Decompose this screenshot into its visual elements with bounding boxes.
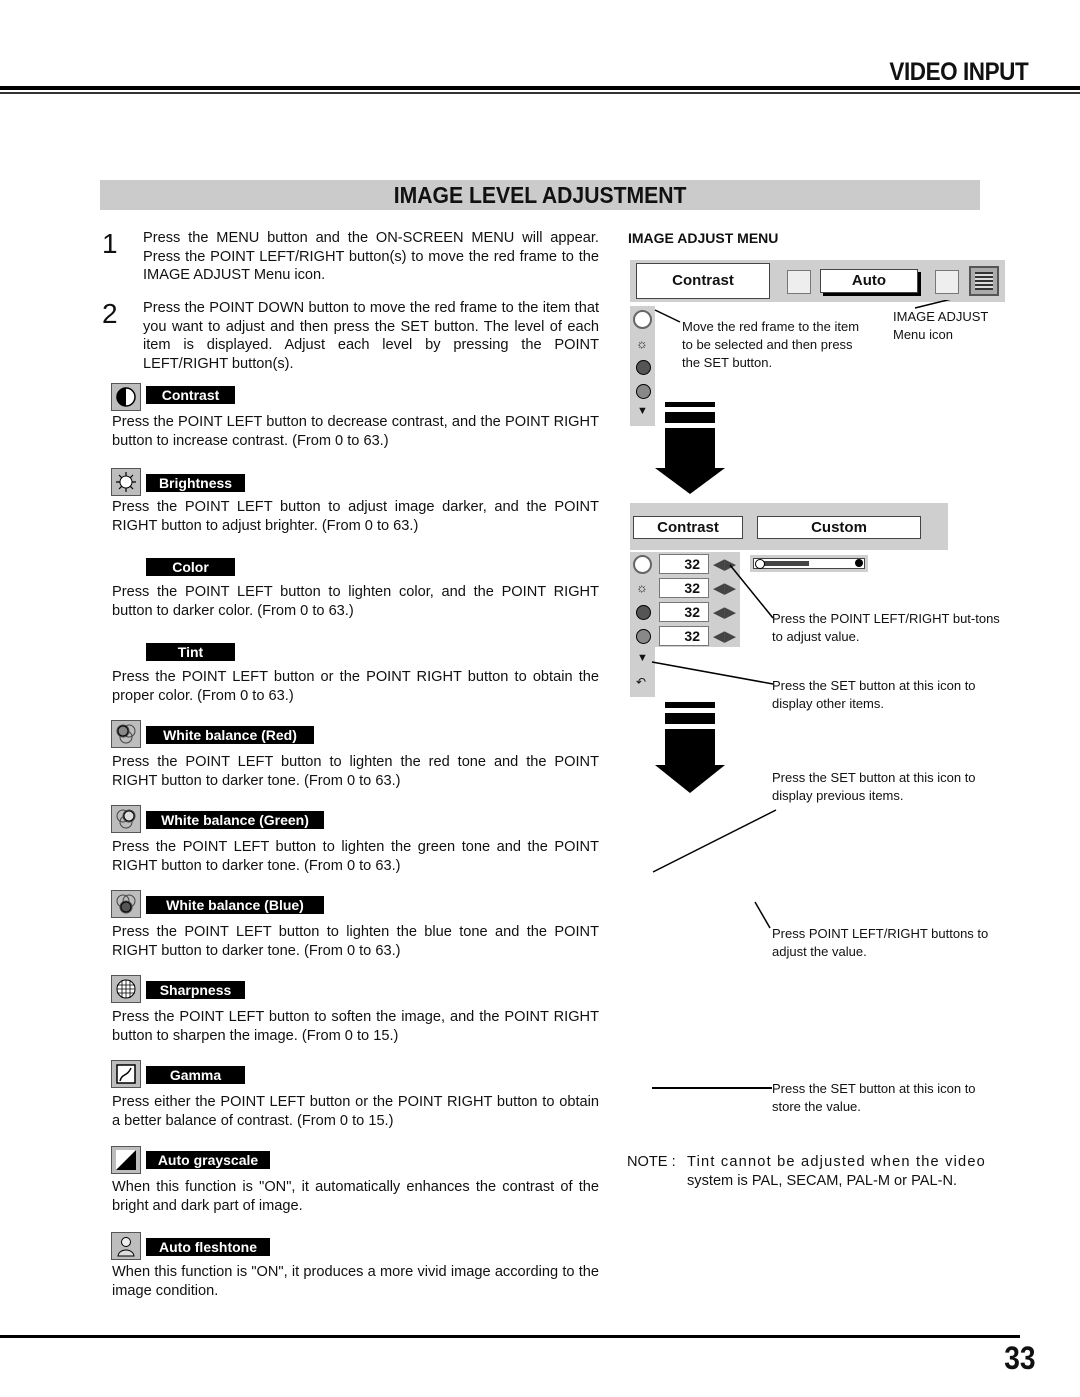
tint-icon[interactable] [636,384,651,399]
item-description: Press the POINT LEFT button to decrease … [112,414,599,449]
item-label: Sharpness [146,981,245,999]
step-text: Press the POINT DOWN button to move the … [143,300,599,372]
down-arrow-icon [655,702,725,793]
item-description: Press the POINT LEFT button to lighten t… [112,754,599,789]
page-title-banner: IMAGE LEVEL ADJUSTMENT [100,180,980,210]
item-description: Press the POINT LEFT button to lighten t… [112,839,599,874]
item-label: Gamma [146,1066,245,1084]
header-rule [0,86,1080,90]
note-text: Tint cannot be adjusted when the video [687,1154,987,1170]
step-number: 1 [102,228,118,259]
item-label: Contrast [146,386,235,404]
callout-lines [651,564,777,929]
osd-item-field[interactable]: Contrast [633,516,743,539]
step-number: 2 [102,298,118,329]
callout-adjust-value: Press the POINT LEFT/RIGHT but-tons to a… [772,611,1000,644]
osd-mode-field[interactable]: Auto [820,269,918,293]
item-label: Color [146,558,235,576]
callout-move-frame: Move the red frame to the item to be sel… [682,319,860,370]
item-label: Tint [146,643,235,661]
item-label: White balance (Blue) [146,896,324,914]
item-description: Press the POINT LEFT button or the POINT… [112,669,599,704]
section-title: VIDEO INPUT [889,58,1028,86]
store-icon[interactable] [935,270,959,294]
white-balance-blue-icon [111,890,141,918]
brightness-icon [111,468,141,496]
item-label: Auto grayscale [146,1151,270,1169]
item-description: Press the POINT LEFT button to lighten t… [112,924,599,959]
next-page-icon[interactable]: ▼ [637,405,648,417]
white-balance-green-icon [111,805,141,833]
gamma-icon [111,1060,141,1088]
white-balance-red-icon [111,720,141,748]
item-label: White balance (Green) [146,811,324,829]
down-arrow-icon [655,402,725,494]
callout-store-value: Press the SET button at this icon to sto… [772,1081,976,1114]
item-label: White balance (Red) [146,726,314,744]
item-description: Press either the POINT LEFT button or th… [112,1094,599,1129]
callout-menu-icon: IMAGE ADJUST Menu icon [893,309,989,342]
step-text: Press the MENU button and the ON-SCREEN … [143,230,599,284]
color-icon[interactable] [636,360,651,375]
page-number: 33 [1004,1340,1036,1376]
sharpness-icon [111,975,141,1003]
page-title: IMAGE LEVEL ADJUSTMENT [393,182,687,208]
callout-other-items: Press the SET button at this icon to dis… [772,678,976,711]
note-prefix: NOTE : [627,1154,676,1170]
footer-rule [0,1335,1020,1338]
note-text: system is PAL, SECAM, PAL-M or PAL-N. [687,1173,958,1189]
callout-line [652,1087,772,1089]
auto-fleshtone-icon [111,1232,141,1260]
callout-previous-items: Press the SET button at this icon to dis… [772,770,976,803]
auto-pc-icon[interactable] [787,270,811,294]
osd-item-field[interactable]: Contrast [636,263,770,299]
item-label: Auto fleshtone [146,1238,270,1256]
slider-max-icon [855,559,863,567]
contrast-icon [111,383,141,411]
item-description: When this function is "ON", it automatic… [112,1179,599,1214]
item-label: Brightness [146,474,245,492]
item-description: Press the POINT LEFT button to lighten c… [112,584,599,619]
item-description: Press the POINT LEFT button to adjust im… [112,499,599,534]
callout-adjust-value-2: Press POINT LEFT/RIGHT buttons to adjust… [772,926,989,959]
image-adjust-menu-icon[interactable] [969,266,999,296]
osd-mode-field[interactable]: Custom [757,516,921,539]
image-adjust-menu-heading: IMAGE ADJUST MENU [628,230,779,246]
header-rule-thin [0,92,1080,94]
item-description: When this function is "ON", it produces … [112,1264,599,1299]
item-description: Press the POINT LEFT button to soften th… [112,1009,599,1044]
auto-grayscale-icon [111,1146,141,1174]
